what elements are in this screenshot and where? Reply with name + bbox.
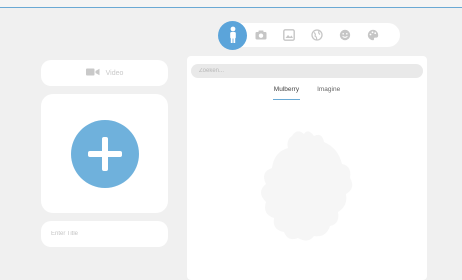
image-icon bbox=[283, 29, 295, 41]
toolbar-smiley-button[interactable] bbox=[331, 23, 359, 47]
icon-toolbar bbox=[218, 20, 400, 50]
video-button[interactable]: Video bbox=[41, 60, 168, 86]
upload-card bbox=[41, 94, 168, 213]
palette-icon bbox=[367, 29, 379, 41]
tab-mulberry[interactable]: Mulberry bbox=[272, 84, 301, 100]
globe-icon bbox=[311, 29, 323, 41]
toolbar-person-button[interactable] bbox=[218, 20, 247, 50]
video-camera-icon bbox=[85, 68, 100, 78]
camera-icon bbox=[255, 30, 267, 40]
library-panel: Mulberry Imagine bbox=[187, 56, 427, 280]
search-input[interactable] bbox=[191, 64, 423, 78]
person-icon bbox=[226, 26, 240, 44]
toolbar-image-button[interactable] bbox=[275, 23, 303, 47]
add-media-button[interactable] bbox=[70, 119, 139, 188]
library-tabs: Mulberry Imagine bbox=[187, 84, 427, 100]
top-bar bbox=[0, 0, 462, 8]
video-label: Video bbox=[105, 69, 124, 77]
toolbar-camera-button[interactable] bbox=[247, 23, 275, 47]
toolbar-palette-button[interactable] bbox=[359, 23, 387, 47]
tab-imagine[interactable]: Imagine bbox=[316, 84, 341, 100]
placeholder-silhouette-icon bbox=[252, 126, 362, 251]
title-input[interactable] bbox=[41, 221, 168, 247]
toolbar-globe-button[interactable] bbox=[303, 23, 331, 47]
smiley-icon bbox=[339, 29, 351, 41]
